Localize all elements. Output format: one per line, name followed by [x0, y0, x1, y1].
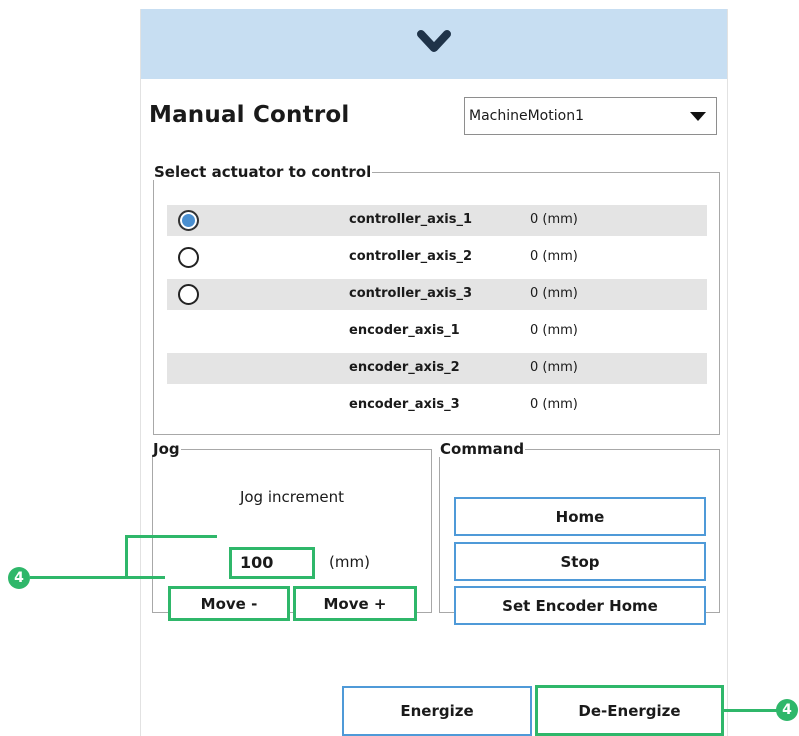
axis-name: encoder_axis_3: [349, 397, 460, 412]
page-title: Manual Control: [149, 102, 350, 128]
callout-badge: 4: [776, 699, 798, 721]
actuator-row: encoder_axis_3 0 (mm): [167, 390, 707, 421]
jog-increment-label: Jog increment: [239, 488, 345, 506]
jog-increment-input[interactable]: 100: [229, 547, 315, 579]
axis-name: controller_axis_2: [349, 249, 472, 264]
jog-group: Jog Jog increment 100 (mm) Move - Move +: [152, 440, 432, 621]
energize-button[interactable]: Energize: [342, 686, 532, 736]
axis-position: 0 (mm): [530, 249, 578, 264]
axis-position: 0 (mm): [530, 286, 578, 301]
triangle-down-icon: [690, 112, 706, 121]
actuator-row: encoder_axis_2 0 (mm): [167, 353, 707, 384]
axis-name: controller_axis_1: [349, 212, 472, 227]
header-bar: [141, 9, 727, 79]
actuator-row[interactable]: controller_axis_3 0 (mm): [167, 279, 707, 310]
machine-select-dropdown[interactable]: MachineMotion1: [464, 97, 717, 135]
axis-name: controller_axis_3: [349, 286, 472, 301]
axis-position: 0 (mm): [530, 212, 578, 227]
machine-select-value: MachineMotion1: [469, 108, 584, 124]
command-group: Command Home Stop Set Encoder Home: [439, 440, 720, 625]
actuator-row[interactable]: controller_axis_1 0 (mm): [167, 205, 707, 236]
actuator-row[interactable]: controller_axis_2 0 (mm): [167, 242, 707, 273]
chevron-down-icon[interactable]: [414, 27, 454, 61]
actuator-group: Select actuator to control controller_ax…: [153, 164, 720, 435]
home-button[interactable]: Home: [454, 497, 706, 536]
move-minus-button[interactable]: Move -: [168, 586, 290, 621]
callout-line: [723, 709, 779, 712]
stop-button[interactable]: Stop: [454, 542, 706, 581]
actuator-row: encoder_axis_1 0 (mm): [167, 316, 707, 347]
axis-position: 0 (mm): [530, 397, 578, 412]
axis-name: encoder_axis_1: [349, 323, 460, 338]
manual-control-panel: Manual Control MachineMotion1 Select act…: [140, 9, 728, 736]
radio-button[interactable]: [178, 284, 199, 305]
move-plus-button[interactable]: Move +: [293, 586, 417, 621]
callout-line: [125, 535, 128, 579]
axis-position: 0 (mm): [530, 360, 578, 375]
callout-line: [125, 535, 217, 538]
de-energize-button[interactable]: De-Energize: [535, 685, 724, 736]
callout-line: [30, 576, 127, 579]
callout-line: [125, 576, 165, 579]
radio-button-selected[interactable]: [178, 210, 199, 231]
axis-name: encoder_axis_2: [349, 360, 460, 375]
command-group-legend: Command: [440, 440, 525, 458]
jog-unit-label: (mm): [329, 553, 370, 571]
set-encoder-home-button[interactable]: Set Encoder Home: [454, 586, 706, 625]
radio-button[interactable]: [178, 247, 199, 268]
axis-position: 0 (mm): [530, 323, 578, 338]
callout-badge: 4: [8, 567, 30, 589]
actuator-group-legend: Select actuator to control: [154, 163, 372, 181]
jog-group-legend: Jog: [153, 440, 180, 458]
